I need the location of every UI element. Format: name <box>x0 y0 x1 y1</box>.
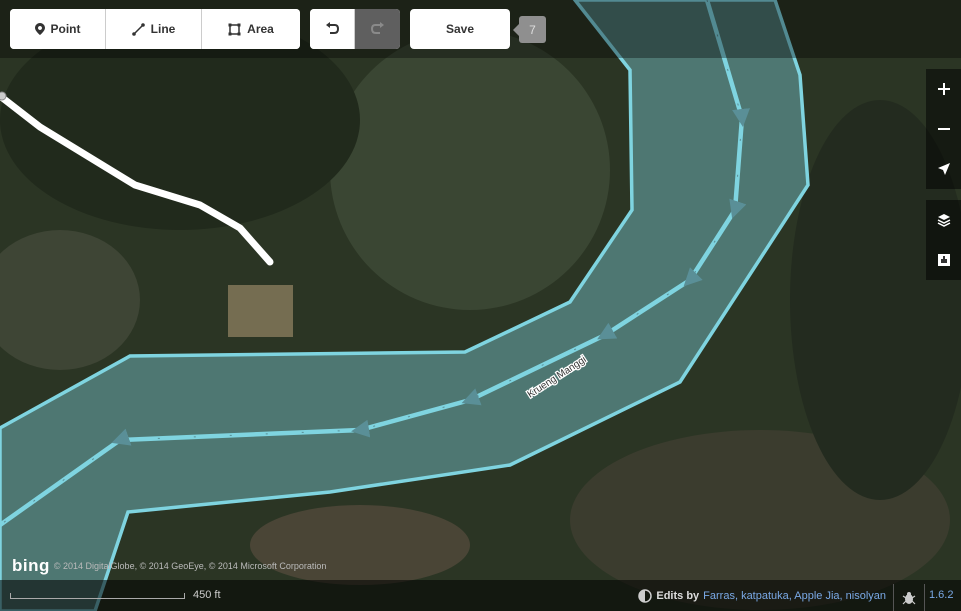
edit-count-badge: 7 <box>513 16 546 43</box>
add-line-button[interactable]: Line <box>106 9 202 49</box>
bug-icon <box>902 591 916 604</box>
undo-icon <box>326 22 339 34</box>
add-area-button[interactable]: Area <box>202 9 300 49</box>
save-label: Save <box>445 22 475 36</box>
scale-label: 450 ft <box>193 589 221 601</box>
zoom-in-button[interactable] <box>926 69 961 109</box>
attribution-text: © 2014 DigitalGlobe, © 2014 GeoEye, © 20… <box>53 561 327 571</box>
minus-icon <box>937 128 950 130</box>
imagery-field <box>330 30 610 310</box>
zoom-out-button[interactable] <box>926 109 961 149</box>
bing-logo: bing <box>12 556 50 575</box>
history-group <box>310 9 400 49</box>
save-group: Save <box>410 9 510 49</box>
history-icon <box>638 589 653 603</box>
imagery-attribution: bing © 2014 DigitalGlobe, © 2014 GeoEye,… <box>12 556 326 576</box>
location-arrow-icon <box>937 163 950 175</box>
road-vertex[interactable] <box>0 91 7 101</box>
line-icon <box>131 22 145 36</box>
add-point-button[interactable]: Point <box>10 9 106 49</box>
add-line-label: Line <box>150 22 176 36</box>
geolocate-button[interactable] <box>926 149 961 189</box>
scale-bar[interactable] <box>10 593 185 599</box>
add-area-label: Area <box>247 22 274 36</box>
save-button[interactable]: Save <box>410 9 510 49</box>
redo-icon <box>370 22 384 34</box>
add-feature-group: Point Line Area <box>10 9 300 49</box>
redo-button[interactable] <box>355 9 400 49</box>
plus-icon <box>937 83 950 95</box>
version-label[interactable]: 1.6.2 <box>929 589 953 601</box>
contributors-list[interactable]: Farras, katpatuka, Apple Jia, nisolyan <box>703 590 886 602</box>
layers-icon <box>937 214 950 227</box>
imagery-clearing <box>228 285 293 337</box>
point-icon <box>34 23 45 35</box>
edits-by-label: Edits by <box>656 590 700 602</box>
report-bug-button[interactable] <box>893 584 925 611</box>
map-data-icon <box>937 254 950 266</box>
map-data-button[interactable] <box>926 240 961 280</box>
add-point-label: Point <box>50 22 81 36</box>
edits-attribution: Edits by Farras, katpatuka, Apple Jia, n… <box>638 589 886 603</box>
background-layers-button[interactable] <box>926 200 961 240</box>
area-icon <box>228 23 241 35</box>
undo-button[interactable] <box>310 9 355 49</box>
map-canvas[interactable]: Krueng Manggi <box>0 0 961 611</box>
